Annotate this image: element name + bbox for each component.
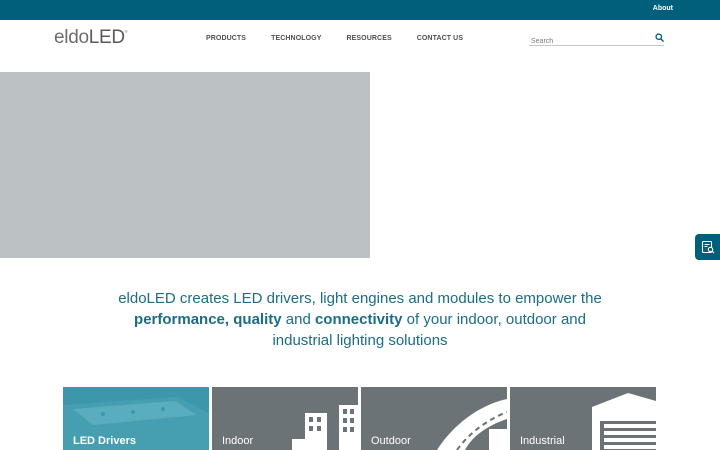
tagline: eldoLED creates LED drivers, light engin… xyxy=(60,288,660,351)
tile-label: LED Drivers xyxy=(73,435,136,447)
tile-industrial[interactable]: Industrial xyxy=(510,387,656,450)
tagline-comma: , xyxy=(224,311,230,328)
logo-registered-mark: ® xyxy=(124,29,128,34)
catalog-search-icon xyxy=(701,240,714,254)
hero-image-placeholder xyxy=(0,72,370,258)
catalog-search-tab[interactable] xyxy=(695,234,720,260)
eldoled-logo[interactable]: eldoLED® xyxy=(54,27,128,49)
about-link[interactable]: About xyxy=(653,5,673,12)
tile-label: Indoor xyxy=(222,435,254,447)
nav-technology[interactable]: TECHNOLOGY xyxy=(271,35,321,42)
tagline-quality: quality xyxy=(233,311,282,328)
tile-outdoor[interactable]: Outdoor xyxy=(361,387,507,450)
tagline-line3: industrial lighting solutions xyxy=(272,332,448,349)
nav-contact-us[interactable]: CONTACT US xyxy=(417,35,463,42)
tagline-performance: performance xyxy=(134,311,225,328)
tile-label: Industrial xyxy=(520,435,565,447)
logo-led: LED xyxy=(88,27,125,48)
top-utility-bar: About xyxy=(0,0,720,20)
tagline-line1: eldoLED creates LED drivers, light engin… xyxy=(118,290,602,307)
search-icon[interactable] xyxy=(655,33,664,42)
tagline-line2-rest: of your indoor, outdoor and xyxy=(406,311,586,328)
tile-indoor[interactable]: Indoor xyxy=(212,387,358,450)
search-box xyxy=(529,30,664,49)
nav-resources[interactable]: RESOURCES xyxy=(346,35,391,42)
main-header: eldoLED® PRODUCTS TECHNOLOGY RESOURCES C… xyxy=(0,20,720,72)
logo-eldo: eldo xyxy=(54,27,89,48)
tagline-and: and xyxy=(285,311,311,328)
search-input[interactable] xyxy=(529,34,644,49)
nav-products[interactable]: PRODUCTS xyxy=(206,35,246,42)
tile-led-drivers[interactable]: LED Drivers xyxy=(63,387,209,450)
tagline-connectivity: connectivity xyxy=(314,311,403,328)
tile-label: Outdoor xyxy=(371,435,411,447)
main-nav: PRODUCTS TECHNOLOGY RESOURCES CONTACT US xyxy=(206,35,488,42)
category-tiles: LED Drivers Indoor Outdoor Industrial xyxy=(63,387,657,450)
